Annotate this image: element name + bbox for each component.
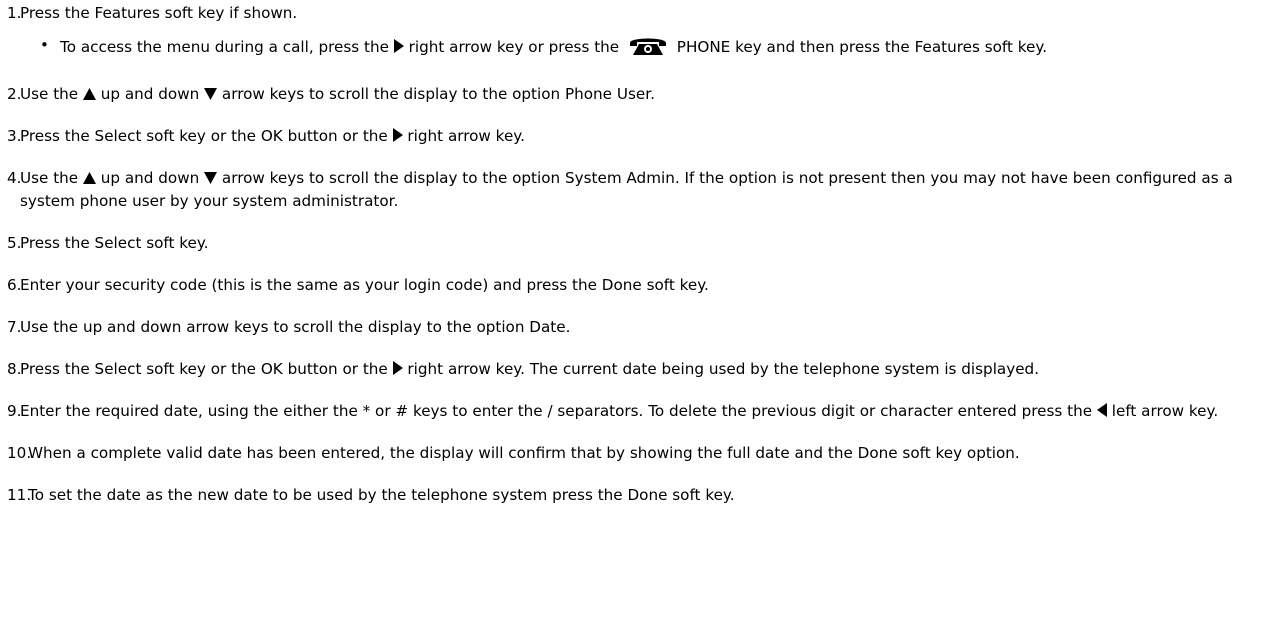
step-number: 5.: [7, 234, 22, 252]
step-number: 9.: [7, 402, 22, 420]
right-arrow-key-icon: [392, 361, 403, 375]
step-2: 2. Use the up and down arrow keys to scr…: [7, 83, 1271, 106]
right-arrow-key-icon: [392, 128, 403, 142]
up-arrow-key-icon: [82, 88, 96, 100]
step-body: When a complete valid date has been ente…: [28, 444, 1020, 462]
step-body: Press the Features soft key if shown. • …: [20, 2, 1271, 63]
step-6: 6. Enter your security code (this is the…: [7, 274, 1271, 297]
right-arrow-key-icon: [393, 39, 404, 53]
down-arrow-key-icon: [204, 172, 218, 184]
step-number: 7.: [7, 318, 22, 336]
bullet-dot-icon: •: [40, 36, 49, 54]
step-body: Press the Select soft key.: [20, 234, 209, 252]
step-body: To set the date as the new date to be us…: [28, 486, 735, 504]
step-number: 3.: [7, 127, 22, 145]
step-body: Use the up and down arrow keys to scroll…: [20, 318, 571, 336]
left-arrow-key-icon: [1096, 403, 1107, 417]
step-8: 8. Press the Select soft key or the OK b…: [7, 358, 1271, 381]
instruction-document: 1. Press the Features soft key if shown.…: [0, 0, 1279, 507]
step-number: 2.: [7, 85, 22, 103]
step-9: 9. Enter the required date, using the ei…: [7, 400, 1271, 423]
step-body: Enter the required date, using the eithe…: [20, 402, 1219, 420]
phone-key-icon: [626, 34, 670, 63]
step-5: 5. Press the Select soft key.: [7, 232, 1271, 255]
step-number: 11.: [7, 486, 32, 504]
step-number: 1.: [7, 4, 22, 22]
step-body: Enter your security code (this is the sa…: [20, 276, 709, 294]
step-number: 10.: [7, 444, 32, 462]
step-body: Use the up and down arrow keys to scroll…: [20, 85, 655, 103]
step-1: 1. Press the Features soft key if shown.…: [7, 2, 1271, 63]
step-number: 6.: [7, 276, 22, 294]
step-10: 10. When a complete valid date has been …: [7, 442, 1271, 465]
step-11: 11. To set the date as the new date to b…: [7, 484, 1271, 507]
sub-bullet-item: • To access the menu during a call, pres…: [30, 34, 1271, 63]
step-number: 4.: [7, 169, 22, 187]
step-text: Press the Features soft key if shown.: [20, 4, 298, 22]
step-number: 8.: [7, 360, 22, 378]
step-body: Press the Select soft key or the OK butt…: [20, 127, 525, 145]
up-arrow-key-icon: [82, 172, 96, 184]
step-7: 7. Use the up and down arrow keys to scr…: [7, 316, 1271, 339]
step-4: 4. Use the up and down arrow keys to scr…: [7, 167, 1271, 213]
bullet-text: To access the menu during a call, press …: [60, 34, 1047, 63]
step-body: Use the up and down arrow keys to scroll…: [20, 169, 1233, 210]
sub-bullet-list: • To access the menu during a call, pres…: [20, 34, 1271, 63]
down-arrow-key-icon: [204, 88, 218, 100]
step-body: Press the Select soft key or the OK butt…: [20, 360, 1040, 378]
step-3: 3. Press the Select soft key or the OK b…: [7, 125, 1271, 148]
